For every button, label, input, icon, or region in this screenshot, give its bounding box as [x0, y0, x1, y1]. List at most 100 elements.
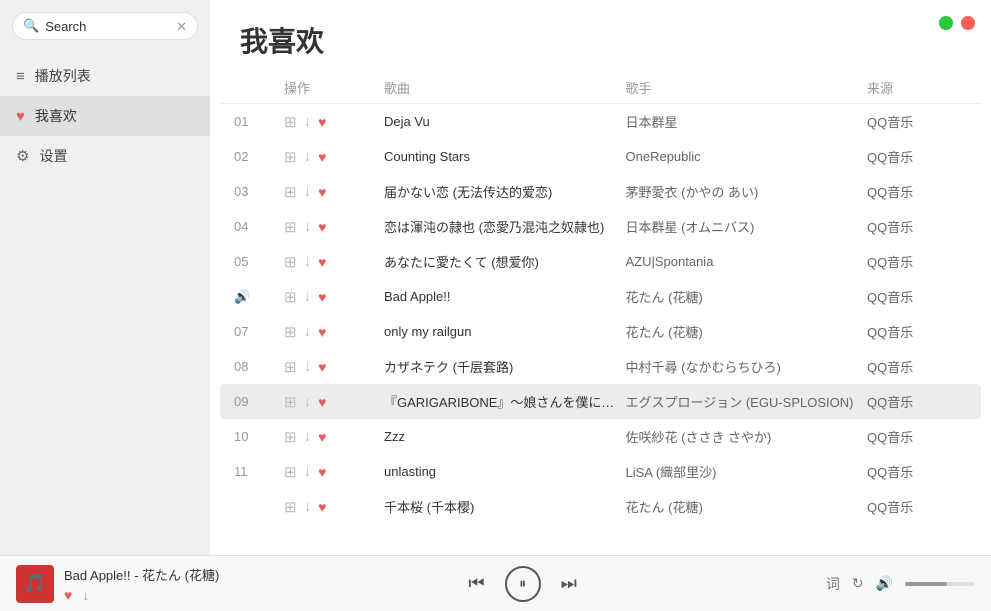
download-button[interactable]: ↓	[304, 148, 312, 165]
add-to-playlist-button[interactable]: ⊞	[284, 183, 297, 201]
track-actions: ⊞ ↓ ♥	[284, 288, 384, 306]
love-button[interactable]: ♥	[318, 219, 326, 235]
track-number: 10	[234, 429, 284, 444]
player-love-button[interactable]: ♥	[64, 587, 72, 603]
track-artist: 花たん (花糖)	[626, 287, 868, 306]
table-row[interactable]: 09⊞↓♥『GARIGARIBONE』〜娘さんを僕にくださエグスプロージョン (…	[220, 384, 981, 419]
close-button[interactable]	[961, 16, 975, 30]
col-source: 来源	[867, 78, 967, 97]
track-number: 11	[234, 464, 284, 479]
sidebar-item-playlist[interactable]: ≡ 播放列表	[0, 56, 210, 96]
add-to-playlist-button[interactable]: ⊞	[284, 358, 297, 376]
download-button[interactable]: ↓	[304, 183, 312, 200]
table-row[interactable]: 05⊞↓♥あなたに愛たくて (想爱你)AZU|SpontaniaQQ音乐	[220, 244, 981, 279]
track-artist: 佐咲紗花 (ささき さやか)	[626, 427, 868, 446]
add-to-playlist-button[interactable]: ⊞	[284, 498, 297, 516]
download-button[interactable]: ↓	[304, 253, 312, 270]
add-to-playlist-button[interactable]: ⊞	[284, 323, 297, 341]
track-title: 千本桜 (千本樱)	[384, 497, 626, 516]
track-actions: ⊞ ↓ ♥	[284, 218, 384, 236]
download-button[interactable]: ↓	[304, 393, 312, 410]
love-button[interactable]: ♥	[318, 254, 326, 270]
track-source: QQ音乐	[867, 427, 967, 446]
prev-button[interactable]: ⏮	[468, 573, 484, 594]
volume-slider[interactable]	[905, 582, 975, 586]
sidebar-item-favorites-label: 我喜欢	[35, 106, 77, 126]
download-button[interactable]: ↓	[304, 288, 312, 305]
table-row[interactable]: ⊞↓♥千本桜 (千本樱)花たん (花糖)QQ音乐	[220, 489, 981, 524]
table-row[interactable]: 03⊞↓♥届かない恋 (无法传达的爱恋)茅野愛衣 (かやの あい)QQ音乐	[220, 174, 981, 209]
table-row[interactable]: 01⊞↓♥Deja Vu日本群星QQ音乐	[220, 104, 981, 139]
player-title: Bad Apple!! - 花たん (花糖)	[64, 565, 219, 584]
track-actions: ⊞ ↓ ♥	[284, 428, 384, 446]
love-button[interactable]: ♥	[318, 114, 326, 130]
table-row[interactable]: 10⊞↓♥Zzz佐咲紗花 (ささき さやか)QQ音乐	[220, 419, 981, 454]
love-button[interactable]: ♥	[318, 149, 326, 165]
add-to-playlist-button[interactable]: ⊞	[284, 428, 297, 446]
add-to-playlist-button[interactable]: ⊞	[284, 253, 297, 271]
download-button[interactable]: ↓	[304, 463, 312, 480]
download-button[interactable]: ↓	[304, 498, 312, 515]
table-header: 操作 歌曲 歌手 来源	[220, 72, 981, 104]
add-to-playlist-button[interactable]: ⊞	[284, 393, 297, 411]
window-controls	[939, 16, 975, 30]
search-input[interactable]	[45, 19, 170, 34]
track-title: unlasting	[384, 464, 626, 479]
add-to-playlist-button[interactable]: ⊞	[284, 218, 297, 236]
track-artist: LiSA (織部里沙)	[626, 462, 868, 481]
track-number: 08	[234, 359, 284, 374]
lyrics-button[interactable]: 词	[826, 574, 840, 594]
download-button[interactable]: ↓	[304, 113, 312, 130]
track-number: 02	[234, 149, 284, 164]
sidebar-item-favorites[interactable]: ♥ 我喜欢	[0, 96, 210, 136]
track-source: QQ音乐	[867, 287, 967, 306]
add-to-playlist-button[interactable]: ⊞	[284, 113, 297, 131]
track-actions: ⊞ ↓ ♥	[284, 183, 384, 201]
love-button[interactable]: ♥	[318, 289, 326, 305]
download-button[interactable]: ↓	[304, 358, 312, 375]
love-button[interactable]: ♥	[318, 464, 326, 480]
volume-fill	[905, 582, 947, 586]
track-artist: 花たん (花糖)	[626, 497, 868, 516]
table-row[interactable]: 02⊞↓♥Counting StarsOneRepublicQQ音乐	[220, 139, 981, 174]
add-to-playlist-button[interactable]: ⊞	[284, 463, 297, 481]
track-artist: 日本群星 (オムニバス)	[626, 217, 868, 236]
download-button[interactable]: ↓	[304, 218, 312, 235]
col-actions: 操作	[284, 78, 384, 97]
table-row[interactable]: 04⊞↓♥恋は渾沌の隷也 (恋愛乃混沌之奴隷也)日本群星 (オムニバス)QQ音乐	[220, 209, 981, 244]
track-number: 04	[234, 219, 284, 234]
table-row[interactable]: 07⊞↓♥only my railgun花たん (花糖)QQ音乐	[220, 314, 981, 349]
search-bar[interactable]: 🔍 ✕	[12, 12, 198, 40]
download-button[interactable]: ↓	[304, 323, 312, 340]
search-clear-button[interactable]: ✕	[176, 20, 187, 33]
loop-button[interactable]: ↻	[852, 575, 864, 592]
track-actions: ⊞ ↓ ♥	[284, 113, 384, 131]
love-button[interactable]: ♥	[318, 429, 326, 445]
track-artist: 日本群星	[626, 112, 868, 131]
track-title: 『GARIGARIBONE』〜娘さんを僕にくださ	[384, 392, 626, 411]
love-button[interactable]: ♥	[318, 359, 326, 375]
track-title: Counting Stars	[384, 149, 626, 164]
track-number: 01	[234, 114, 284, 129]
download-button[interactable]: ↓	[304, 428, 312, 445]
maximize-button[interactable]	[939, 16, 953, 30]
table-row[interactable]: 08⊞↓♥カザネテク (千层套路)中村千尋 (なかむらちひろ)QQ音乐	[220, 349, 981, 384]
table-row[interactable]: 🔊⊞↓♥Bad Apple!!花たん (花糖)QQ音乐	[220, 279, 981, 314]
add-to-playlist-button[interactable]: ⊞	[284, 288, 297, 306]
pause-button[interactable]: ⏸	[505, 566, 541, 602]
track-list: 01⊞↓♥Deja Vu日本群星QQ音乐02⊞↓♥Counting StarsO…	[220, 104, 981, 524]
add-to-playlist-button[interactable]: ⊞	[284, 148, 297, 166]
next-button[interactable]: ⏭	[561, 573, 577, 594]
love-button[interactable]: ♥	[318, 184, 326, 200]
player-download-button[interactable]: ↓	[82, 587, 89, 603]
sidebar-item-settings[interactable]: ⚙ 设置	[0, 136, 210, 176]
love-button[interactable]: ♥	[318, 324, 326, 340]
track-table: 操作 歌曲 歌手 来源 01⊞↓♥Deja Vu日本群星QQ音乐02⊞↓♥Cou…	[210, 72, 991, 555]
player-controls-center: ⏮ ⏸ ⏭	[229, 566, 816, 602]
love-button[interactable]: ♥	[318, 394, 326, 410]
love-button[interactable]: ♥	[318, 499, 326, 515]
track-artist: 花たん (花糖)	[626, 322, 868, 341]
page-title: 我喜欢	[210, 0, 991, 72]
table-row[interactable]: 11⊞↓♥unlastingLiSA (織部里沙)QQ音乐	[220, 454, 981, 489]
track-number: 07	[234, 324, 284, 339]
